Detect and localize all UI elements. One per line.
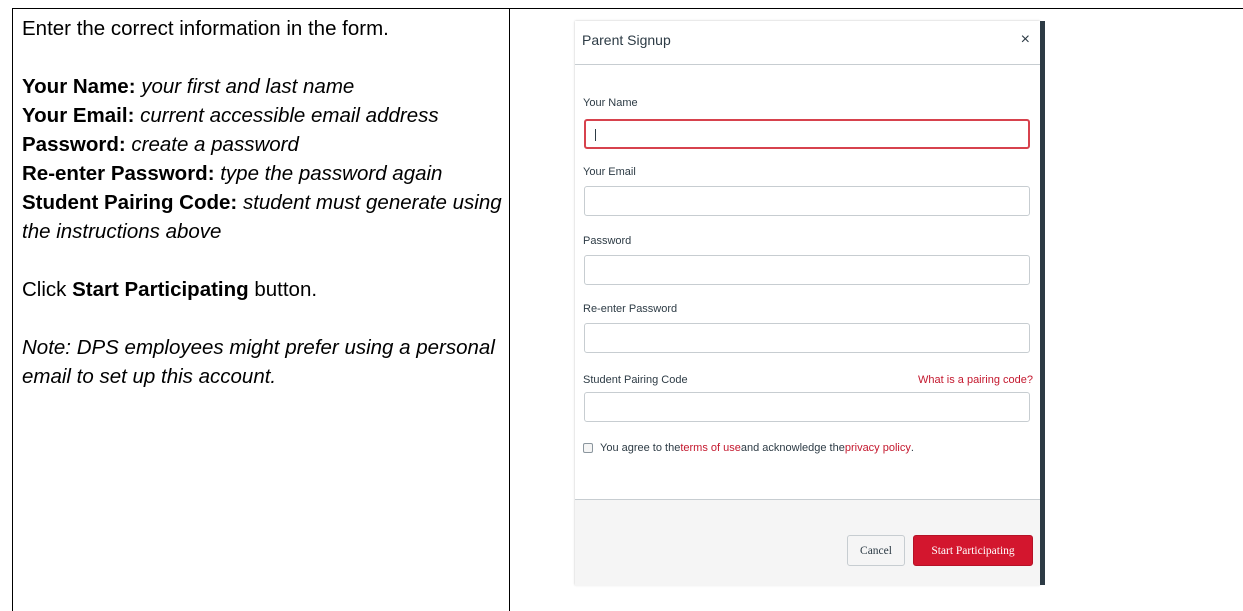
agree-prefix: You agree to the bbox=[600, 442, 681, 454]
start-participating-button[interactable]: Start Participating bbox=[913, 535, 1033, 566]
pairing-code-label: Student Pairing Code bbox=[583, 374, 688, 386]
instruction-field-email: Your Email: current accessible email add… bbox=[22, 104, 439, 127]
password-label: Password bbox=[583, 235, 632, 247]
table-border-top bbox=[12, 8, 1243, 9]
instruction-field-name: Your Name: your first and last name bbox=[22, 75, 355, 98]
pairing-code-input[interactable] bbox=[584, 392, 1030, 422]
agree-row: You agree to the terms of use and acknow… bbox=[583, 442, 914, 454]
text-caret bbox=[595, 129, 596, 141]
agree-checkbox[interactable] bbox=[583, 443, 593, 453]
instruction-field-reenter: Re-enter Password: type the password aga… bbox=[22, 162, 443, 185]
instructions-column: Enter the correct information in the for… bbox=[22, 14, 502, 391]
modal-scrollbar bbox=[1040, 21, 1045, 585]
terms-of-use-link[interactable]: terms of use bbox=[680, 442, 741, 454]
instruction-click: Click Start Participating button. bbox=[22, 278, 318, 301]
reenter-password-label: Re-enter Password bbox=[583, 303, 678, 315]
modal-title: Parent Signup bbox=[582, 32, 671, 48]
your-name-input[interactable] bbox=[584, 119, 1030, 149]
reenter-password-input[interactable] bbox=[584, 323, 1030, 353]
close-icon[interactable]: × bbox=[1021, 32, 1030, 48]
instructions-intro: Enter the correct information in the for… bbox=[22, 17, 389, 40]
cancel-button[interactable]: Cancel bbox=[847, 535, 905, 566]
table-border-middle bbox=[509, 8, 510, 611]
instruction-field-password: Password: create a password bbox=[22, 133, 299, 156]
modal-header: Parent Signup × bbox=[575, 21, 1040, 65]
privacy-policy-link[interactable]: privacy policy bbox=[845, 442, 911, 454]
parent-signup-modal: Parent Signup × Your Name Your Email Pas… bbox=[575, 21, 1040, 586]
instruction-note: Note: DPS employees might prefer using a… bbox=[22, 336, 495, 388]
table-border-left bbox=[12, 8, 13, 611]
your-email-input[interactable] bbox=[584, 186, 1030, 216]
agree-suffix: . bbox=[910, 442, 914, 454]
instruction-field-pairing: Student Pairing Code: student must gener… bbox=[22, 191, 502, 243]
pairing-code-help-link[interactable]: What is a pairing code? bbox=[918, 374, 1033, 386]
your-email-label: Your Email bbox=[583, 166, 636, 178]
password-input[interactable] bbox=[584, 255, 1030, 285]
agree-middle: and acknowledge the bbox=[740, 442, 845, 454]
your-name-label: Your Name bbox=[583, 97, 638, 109]
